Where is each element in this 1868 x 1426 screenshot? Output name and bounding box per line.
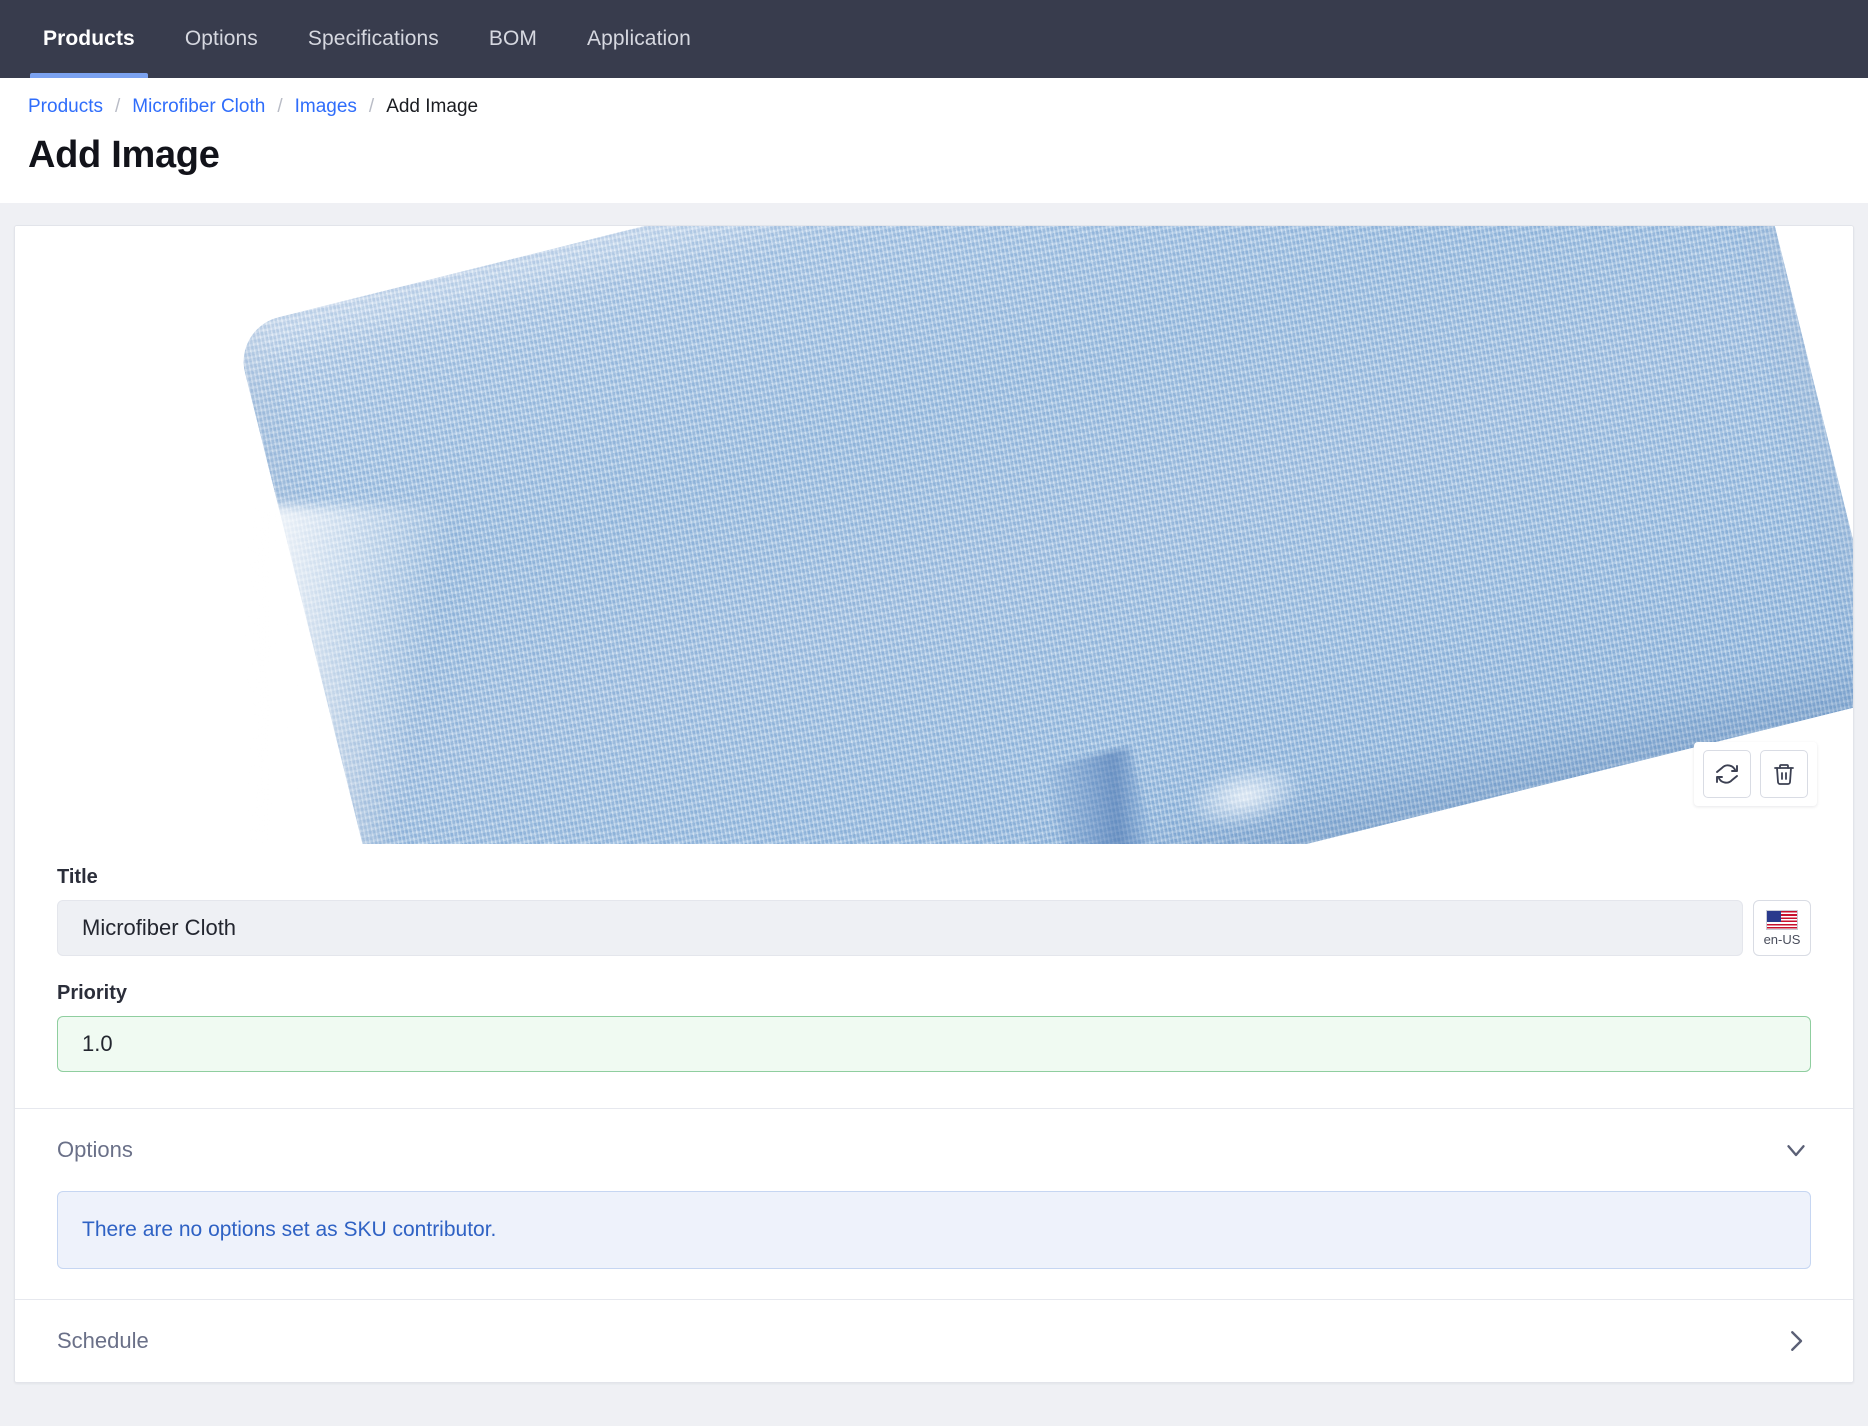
image-form: Title en-US Priority bbox=[15, 844, 1853, 1108]
no-sku-contributor-alert: There are no options set as SKU contribu… bbox=[57, 1191, 1811, 1269]
page-title: Add Image bbox=[28, 134, 220, 176]
page-title-bar: Add Image bbox=[0, 118, 1868, 203]
breadcrumb-item-images[interactable]: Images bbox=[295, 96, 357, 118]
refresh-image-button[interactable] bbox=[1703, 750, 1751, 798]
image-preview bbox=[15, 226, 1853, 844]
chevron-down-icon[interactable] bbox=[1781, 1135, 1811, 1165]
delete-image-button[interactable] bbox=[1760, 750, 1808, 798]
nav-tab-label: Application bbox=[587, 27, 691, 50]
options-section: Options There are no options set as SKU … bbox=[15, 1108, 1853, 1299]
nav-tab-label: Options bbox=[184, 27, 258, 50]
schedule-section-title: Schedule bbox=[57, 1328, 149, 1353]
nav-tab-label: BOM bbox=[488, 27, 538, 50]
add-image-card: Title en-US Priority Options bbox=[14, 225, 1854, 1383]
nav-tab-label: Products bbox=[43, 27, 135, 50]
breadcrumb-separator: / bbox=[114, 96, 121, 117]
breadcrumb-item-add-image: Add Image bbox=[386, 96, 479, 117]
schedule-section-header[interactable]: Schedule bbox=[15, 1300, 1853, 1382]
nav-tab-products[interactable]: Products bbox=[18, 0, 160, 78]
top-navigation-bar: Products Options Specifications BOM Appl… bbox=[0, 0, 1868, 78]
page-body: Title en-US Priority Options bbox=[0, 203, 1868, 1421]
breadcrumb-separator: / bbox=[277, 96, 283, 117]
refresh-icon bbox=[1715, 762, 1739, 786]
us-flag-icon bbox=[1766, 910, 1798, 930]
breadcrumb-item-microfiber-cloth[interactable]: Microfiber Cloth bbox=[132, 96, 265, 118]
nav-tab-options[interactable]: Options bbox=[160, 0, 283, 78]
breadcrumb-item-products[interactable]: Products bbox=[28, 96, 103, 118]
priority-input[interactable] bbox=[57, 1016, 1811, 1072]
language-code-label: en-US bbox=[1763, 932, 1801, 947]
alert-message: There are no options set as SKU contribu… bbox=[82, 1218, 497, 1241]
priority-label: Priority bbox=[57, 982, 128, 1004]
chevron-right-icon[interactable] bbox=[1781, 1326, 1811, 1356]
options-section-title: Options bbox=[57, 1137, 133, 1162]
options-section-header[interactable]: Options bbox=[15, 1109, 1853, 1191]
trash-icon bbox=[1772, 762, 1796, 786]
nav-tab-bom[interactable]: BOM bbox=[464, 0, 562, 78]
breadcrumb-separator: / bbox=[368, 96, 375, 117]
cloth-edge-highlight bbox=[255, 506, 495, 844]
language-selector-button[interactable]: en-US bbox=[1753, 900, 1811, 956]
nav-tab-application[interactable]: Application bbox=[562, 0, 716, 78]
title-input[interactable] bbox=[57, 900, 1743, 956]
title-field-group: Title en-US bbox=[57, 866, 1811, 956]
options-section-body: There are no options set as SKU contribu… bbox=[15, 1191, 1853, 1299]
title-field-row: en-US bbox=[57, 900, 1811, 956]
breadcrumb: Products / Microfiber Cloth / Images / A… bbox=[0, 78, 1868, 118]
image-toolbar bbox=[1694, 742, 1817, 806]
priority-field-group: Priority bbox=[57, 982, 1811, 1072]
title-label: Title bbox=[57, 866, 98, 888]
nav-tab-label: Specifications bbox=[307, 27, 439, 50]
schedule-section: Schedule bbox=[15, 1299, 1853, 1382]
nav-tab-specifications[interactable]: Specifications bbox=[283, 0, 464, 78]
